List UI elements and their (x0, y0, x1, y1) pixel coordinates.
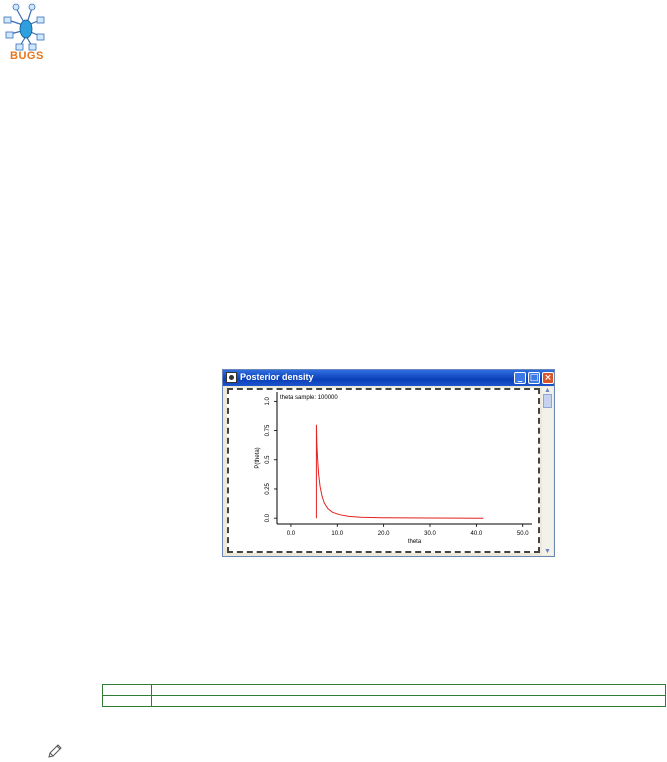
vertical-scrollbar[interactable]: ▲ ▼ (542, 387, 553, 555)
y-tick-label: 0.5 (265, 455, 271, 464)
empty-table (102, 684, 666, 707)
x-tick-label: 40.0 (471, 531, 483, 537)
maximize-button[interactable]: □ (528, 372, 540, 384)
scroll-down-icon[interactable]: ▼ (543, 548, 552, 555)
table-row (102, 695, 666, 707)
x-tick-label: 10.0 (331, 531, 343, 537)
x-tick-label: 20.0 (378, 531, 390, 537)
y-tick-label: 0.25 (265, 482, 271, 494)
scroll-thumb[interactable] (543, 394, 552, 408)
x-tick-label: 0.0 (287, 531, 296, 537)
table-cell (102, 684, 152, 696)
y-tick-label: 1.0 (265, 397, 271, 406)
y-tick-label: 0.0 (265, 513, 271, 522)
app-icon (226, 372, 237, 383)
posterior-density-window[interactable]: Posterior density _ □ × theta sample: 10… (222, 369, 555, 557)
window-title: Posterior density (240, 372, 314, 382)
window-titlebar[interactable]: Posterior density _ □ × (223, 370, 554, 386)
posterior-density-chart: theta sample: 100000 0.0 10.0 20.0 30.0 40.0 5… (255, 392, 532, 545)
table-cell (151, 684, 666, 696)
scroll-up-icon[interactable]: ▲ (543, 387, 552, 394)
density-line (315, 424, 484, 519)
x-tick-label: 30.0 (424, 531, 436, 537)
pencil-icon (48, 744, 62, 758)
chart-title: theta sample: 100000 (280, 395, 338, 401)
table-cell (102, 695, 152, 707)
close-button[interactable]: × (542, 372, 554, 384)
plot-frame[interactable]: theta sample: 100000 0.0 10.0 20.0 30.0 40.0 5… (227, 388, 540, 553)
table-cell (151, 695, 666, 707)
y-axis-label: P(theta) (255, 447, 261, 468)
table-row (102, 684, 666, 696)
x-tick-label: 50.0 (517, 531, 529, 537)
x-axis-label: theta (408, 539, 422, 545)
logo-text: BUGS (10, 50, 44, 62)
minimize-button[interactable]: _ (514, 372, 526, 384)
y-tick-label: 0.75 (265, 424, 271, 436)
